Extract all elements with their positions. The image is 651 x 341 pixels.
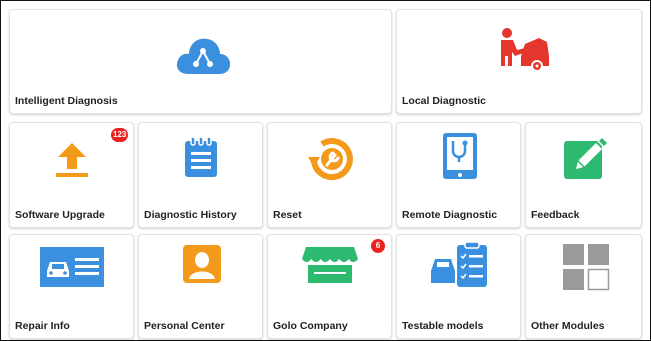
tile-label: Other Modules (531, 320, 605, 332)
tile-label: Intelligent Diagnosis (15, 95, 118, 107)
tile-label: Reset (273, 209, 302, 221)
tile-intelligent-diagnosis[interactable]: Intelligent Diagnosis (9, 9, 392, 114)
user-icon (183, 245, 221, 283)
car-info-icon (40, 247, 104, 287)
tile-label: Personal Center (144, 320, 225, 332)
notepad-icon (185, 136, 217, 177)
tile-personal-center[interactable]: Personal Center (138, 234, 263, 339)
tile-label: Testable models (402, 320, 484, 332)
tile-testable-models[interactable]: Testable models (396, 234, 521, 339)
tile-reset[interactable]: Reset (267, 122, 392, 228)
tile-label: Feedback (531, 209, 580, 221)
edit-pen-icon (564, 135, 608, 179)
update-count-badge: 123 (111, 128, 129, 142)
tile-label: Repair Info (15, 320, 70, 332)
tile-software-upgrade[interactable]: 123 Software Upgrade (9, 122, 134, 228)
tile-label: Diagnostic History (144, 209, 237, 221)
store-icon (302, 247, 358, 283)
tile-label: Golo Company (273, 320, 348, 332)
tile-diagnostic-history[interactable]: Diagnostic History (138, 122, 263, 228)
tile-golo-company[interactable]: 6 Golo Company (267, 234, 392, 339)
tile-repair-info[interactable]: Repair Info (9, 234, 134, 339)
tablet-stethoscope-icon (443, 133, 477, 179)
tile-other-modules[interactable]: Other Modules (525, 234, 642, 339)
notification-badge: 6 (371, 239, 385, 253)
cloud-share-icon (176, 38, 231, 74)
tile-label: Software Upgrade (15, 209, 105, 221)
tile-remote-diagnostic[interactable]: Remote Diagnostic (396, 122, 521, 228)
tile-label: Local Diagnostic (402, 95, 487, 107)
wrench-reset-icon (308, 138, 353, 180)
mechanic-car-icon (501, 28, 549, 72)
tile-local-diagnostic[interactable]: Local Diagnostic (396, 9, 642, 114)
grid-modules-icon (563, 244, 610, 291)
tile-feedback[interactable]: Feedback (525, 122, 642, 228)
tile-label: Remote Diagnostic (402, 209, 498, 221)
car-checklist-icon (431, 241, 487, 287)
upload-arrow-icon (56, 143, 88, 177)
